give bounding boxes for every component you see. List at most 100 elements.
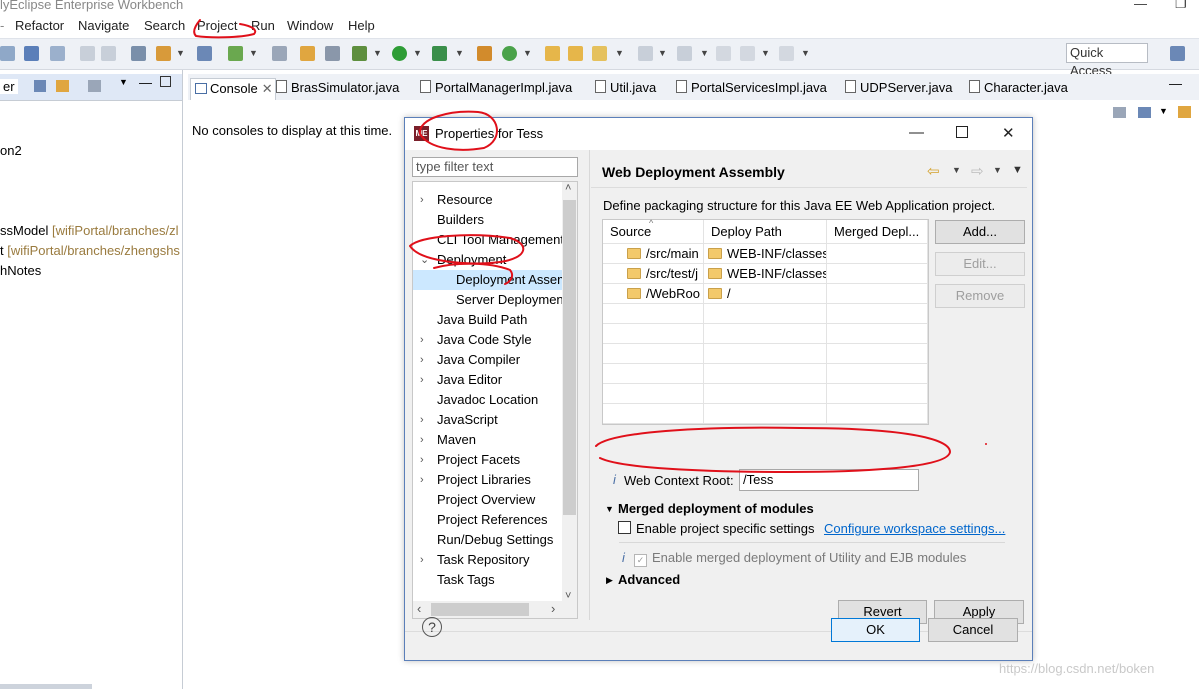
menu-project[interactable]: Project <box>197 18 237 33</box>
chevron-down-icon[interactable]: ▼ <box>700 48 709 58</box>
table-cell[interactable] <box>827 244 928 264</box>
chevron-down-icon[interactable]: ▼ <box>523 48 532 58</box>
back-icon[interactable] <box>740 46 755 61</box>
table-cell[interactable]: /WebRoo <box>603 284 704 304</box>
new-project-icon[interactable] <box>477 46 492 61</box>
nav-item[interactable]: Project Overview <box>413 490 563 510</box>
redo-icon[interactable] <box>101 46 116 61</box>
nav-item[interactable]: Java Build Path <box>413 310 563 330</box>
menu-navigate[interactable]: Navigate <box>78 18 129 33</box>
table-cell[interactable]: WEB-INF/classes <box>704 264 827 284</box>
table-cell[interactable]: /src/main <box>603 244 704 264</box>
nav-item[interactable]: CLI Tool Management <box>413 230 563 250</box>
forward-arrow-icon[interactable]: ⇨ <box>971 162 984 180</box>
tab-util[interactable]: Util.java <box>595 78 656 100</box>
prev-annotation-icon[interactable] <box>677 46 692 61</box>
scroll-left-icon[interactable]: ‹ <box>417 601 421 616</box>
nav-item[interactable]: › Maven <box>413 430 563 450</box>
tab-portal-manager-impl[interactable]: PortalManagerImpl.java <box>420 78 572 100</box>
chevron-down-icon[interactable]: ⌄ <box>420 250 429 270</box>
chevron-down-icon[interactable]: ▼ <box>373 48 382 58</box>
tab-console[interactable]: Console ✕ <box>190 78 276 101</box>
minimize-editor-icon[interactable]: — <box>1169 76 1182 91</box>
run-icon[interactable] <box>392 46 407 61</box>
filter-input[interactable]: type filter text <box>412 157 578 177</box>
layout-icon[interactable] <box>272 46 287 61</box>
collapse-all-icon[interactable] <box>34 80 46 92</box>
ok-button[interactable]: OK <box>831 618 920 642</box>
focus-icon[interactable] <box>88 80 101 92</box>
pencil-icon[interactable] <box>592 46 607 61</box>
nav-item[interactable]: Deployment Assembly <box>413 270 563 290</box>
column-header-deploy-path[interactable]: Deploy Path <box>704 220 827 244</box>
chevron-right-icon[interactable]: ▶ <box>606 575 613 586</box>
table-cell[interactable]: /src/test/j <box>603 264 704 284</box>
chevron-down-icon[interactable]: ▼ <box>761 48 770 58</box>
menu-refactor[interactable]: Refactor <box>15 18 64 33</box>
nav-item[interactable]: Builders <box>413 210 563 230</box>
nav-item[interactable]: › Project Facets <box>413 450 563 470</box>
grid-icon[interactable] <box>228 46 243 61</box>
chevron-down-icon[interactable]: ▼ <box>658 48 667 58</box>
nav-item[interactable]: › Project Libraries <box>413 470 563 490</box>
column-header-merged[interactable]: Merged Depl... <box>827 220 928 244</box>
merged-section-title[interactable]: Merged deployment of modules <box>618 501 814 516</box>
last-edit-icon[interactable] <box>716 46 731 61</box>
nav-item[interactable]: Javadoc Location <box>413 390 563 410</box>
restore-icon[interactable]: ❐ <box>1175 0 1187 12</box>
table-cell[interactable]: / <box>704 284 827 304</box>
menu-run[interactable]: Run <box>251 18 275 33</box>
table-cell[interactable] <box>827 264 928 284</box>
link-editor-icon[interactable] <box>56 80 69 92</box>
project-specific-checkbox[interactable]: Enable project specific settings <box>618 521 814 536</box>
display-console-icon[interactable] <box>1138 107 1151 118</box>
new-server-icon[interactable] <box>131 46 146 61</box>
debug-icon[interactable] <box>352 46 367 61</box>
tree-item[interactable]: t [wifiPortal/branches/zhengshs <box>0 243 180 258</box>
horizontal-scrollbar[interactable]: ‹ › <box>413 601 577 618</box>
nav-item[interactable]: › JavaScript <box>413 410 563 430</box>
chevron-down-icon[interactable]: ▼ <box>952 165 961 175</box>
chevron-down-icon[interactable]: ▼ <box>605 504 614 514</box>
tree-item[interactable]: ssModel [wifiPortal/branches/zl <box>0 223 178 238</box>
nav-item[interactable]: Server Deployment <box>413 290 563 310</box>
maximize-view-icon[interactable] <box>160 76 171 87</box>
tab-character[interactable]: Character.java <box>969 78 1068 100</box>
pin-console-icon[interactable] <box>1113 107 1126 118</box>
help-icon[interactable]: ? <box>422 617 442 637</box>
scroll-right-icon[interactable]: › <box>551 601 555 616</box>
chevron-down-icon[interactable]: ▼ <box>249 48 258 58</box>
nav-item[interactable]: › Resource <box>413 190 563 210</box>
menu-help[interactable]: Help <box>348 18 375 33</box>
chevron-right-icon[interactable]: › <box>420 370 424 390</box>
divider[interactable] <box>589 150 590 620</box>
nav-item[interactable]: › Java Editor <box>413 370 563 390</box>
tree-item[interactable]: on2 <box>0 143 22 158</box>
chevron-right-icon[interactable]: › <box>420 410 424 430</box>
next-annotation-icon[interactable] <box>638 46 653 61</box>
perspective-icon[interactable] <box>1170 46 1185 61</box>
chevron-down-icon[interactable]: ▼ <box>615 48 624 58</box>
back-arrow-icon[interactable]: ⇦ <box>927 162 940 180</box>
edit-button[interactable]: Edit... <box>935 252 1025 276</box>
vertical-scrollbar[interactable]: ˄ ˅ <box>562 182 577 602</box>
chevron-down-icon[interactable]: ▼ <box>176 48 185 58</box>
package-explorer-tab[interactable]: er <box>0 79 18 94</box>
chevron-right-icon[interactable]: › <box>420 550 424 570</box>
column-header-source[interactable]: Source ^ <box>603 218 704 244</box>
nav-item[interactable]: › Task Repository <box>413 550 563 570</box>
chevron-down-icon[interactable]: ▼ <box>1159 106 1168 116</box>
maximize-icon[interactable] <box>956 126 968 138</box>
save-icon[interactable] <box>0 46 15 61</box>
database-icon[interactable] <box>325 46 340 61</box>
undo-icon[interactable] <box>80 46 95 61</box>
chevron-right-icon[interactable]: › <box>420 430 424 450</box>
table-cell[interactable]: WEB-INF/classes <box>704 244 827 264</box>
scroll-thumb[interactable] <box>563 200 576 515</box>
scroll-thumb[interactable] <box>431 603 529 616</box>
chevron-down-icon[interactable]: ▼ <box>455 48 464 58</box>
open-type-icon[interactable] <box>197 46 212 61</box>
add-button[interactable]: Add... <box>935 220 1025 244</box>
remove-button[interactable]: Remove <box>935 284 1025 308</box>
nav-item[interactable]: Run/Debug Settings <box>413 530 563 550</box>
